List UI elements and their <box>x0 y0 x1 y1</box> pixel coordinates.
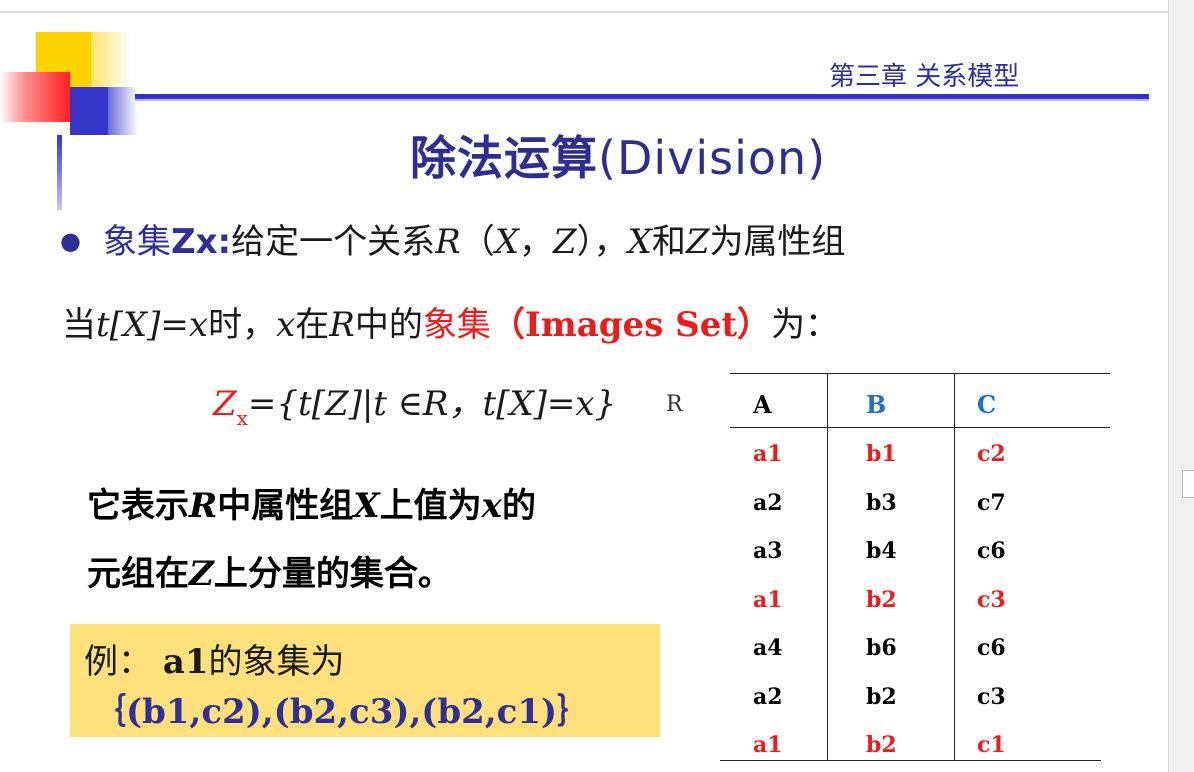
title-chinese: 除法运算 <box>410 131 598 185</box>
decor-red-gradient <box>0 72 70 122</box>
images-set-cn: 象集 <box>422 305 491 345</box>
table-cell: a4 <box>753 635 783 661</box>
var-r: R <box>435 222 461 262</box>
desc-var-x: X <box>353 486 380 526</box>
table-cell: c6 <box>977 538 1006 564</box>
table-cell: b2 <box>866 586 897 613</box>
table-cell: b6 <box>866 635 897 661</box>
comma2: ， <box>593 222 628 262</box>
tx-expr: [X]=x <box>109 305 209 345</box>
table-cell: c6 <box>977 635 1006 661</box>
images-set-line: 当t[X]=x时，x在R中的象集（Images Set）为： <box>62 297 839 346</box>
example-label: 例： <box>84 642 152 682</box>
formula: Zx={t[Z]|t ∈R，t[X]=x} <box>213 376 616 430</box>
definition-tail: 为属性组 <box>709 222 846 262</box>
table-cell: c3 <box>977 683 1006 710</box>
bullet-icon: ● <box>60 227 81 255</box>
and-text: 和 <box>651 222 686 262</box>
vertical-scrollbar[interactable] <box>1168 0 1194 772</box>
term: 象集 <box>102 222 171 262</box>
table-cell: a2 <box>753 489 783 516</box>
header-divider-shadow <box>135 99 1149 101</box>
description-line-2: 元组在Z上分量的集合。 <box>87 546 452 595</box>
formula-body: ={t[Z]|t ∈R，t[X]=x} <box>247 384 617 424</box>
top-border <box>0 11 1168 13</box>
decor-vertical-line <box>57 135 62 210</box>
table-cell: c3 <box>977 586 1006 613</box>
decor-blue-fade <box>108 87 138 135</box>
table-cell: c7 <box>977 489 1006 516</box>
table-cell: c2 <box>977 441 1006 467</box>
paren-open: （ <box>460 222 495 262</box>
desc-text-d: 的 <box>501 486 536 526</box>
definition-text: 给定一个关系 <box>231 222 436 262</box>
table-header-border <box>730 427 1110 428</box>
example-text: 的象集为 <box>208 642 345 682</box>
var-t: t <box>96 305 110 345</box>
example-box: 例： a1的象集为 ｛(b1,c2),(b2,c3),(b2,c1)｝ <box>70 624 660 737</box>
table-cell: b4 <box>866 538 897 564</box>
var-z: Z <box>552 222 577 262</box>
paren-close: ） <box>576 222 594 262</box>
example-subject: a1 <box>162 642 209 682</box>
shi-text: 时， <box>208 305 277 345</box>
images-set-en: （Images Set） <box>490 305 772 345</box>
zhongde-text: 中的 <box>354 305 423 345</box>
scrollbar-thumb[interactable] <box>1182 470 1194 498</box>
decor-blue-square <box>70 87 108 135</box>
relation-table: A B Ca1 b1 c2 a2 b3 c7 a3 b4 c6 a1 b2 c3 a4 b6 c6 a2 b2 c3 a… <box>720 373 1110 762</box>
table-col-divider-1 <box>827 373 828 761</box>
formula-z: Z <box>213 384 237 424</box>
var-x: X <box>494 222 519 262</box>
table-cell: b1 <box>866 441 897 467</box>
relation-label: R <box>666 392 683 417</box>
table-bottom-border <box>720 760 1101 761</box>
desc-var-z: Z <box>189 554 214 594</box>
table-cell: a2 <box>753 683 783 710</box>
wei-text: 为： <box>771 305 840 345</box>
table-header-b: B <box>866 390 887 419</box>
desc-text-a: 它表示 <box>87 486 189 526</box>
table-header-a: A <box>753 390 772 419</box>
table-cell: a3 <box>753 538 783 564</box>
desc-var-r: R <box>189 486 218 526</box>
desc-text-c: 上值为 <box>379 486 482 526</box>
slide: 第三章 关系模型 除法运算(Division) ● 象集Zx:给定一个关系R（X，… <box>0 0 1168 772</box>
desc-text-f: 上分量的集合。 <box>213 554 452 594</box>
var-z2: Z <box>685 222 710 262</box>
definition-line: ● 象集Zx:给定一个关系R（X，Z），X和Z为属性组 <box>60 214 845 263</box>
example-result: ｛(b1,c2),(b2,c3),(b2,c1)｝ <box>92 692 592 732</box>
desc-var-x-lower: x <box>481 486 502 526</box>
table-cell: c1 <box>977 732 1006 758</box>
decor-yellow-fade <box>91 32 131 87</box>
formula-subscript: x <box>236 406 248 430</box>
when-text: 当 <box>62 305 96 345</box>
term-var: Zx: <box>170 222 232 262</box>
comma: ， <box>518 222 553 262</box>
table-cell: a1 <box>753 732 783 758</box>
table-header-c: C <box>977 390 997 419</box>
table-cell: b3 <box>866 489 897 516</box>
desc-text-e: 元组在 <box>87 554 189 594</box>
desc-text-b: 中属性组 <box>217 486 354 526</box>
table-top-border <box>730 373 1110 374</box>
table-cell: b2 <box>866 683 897 710</box>
description-line-1: 它表示R中属性组X上值为x的 <box>87 478 536 527</box>
var-x-lower: x <box>276 305 296 345</box>
chapter-label: 第三章 关系模型 <box>829 62 1020 92</box>
zai-text: 在 <box>295 305 330 345</box>
table-cell: a1 <box>753 586 783 613</box>
var-x2: X <box>627 222 652 262</box>
slide-title: 除法运算(Division) <box>410 122 826 188</box>
table-cell: a1 <box>753 441 783 467</box>
title-english: (Division) <box>598 131 827 185</box>
table-col-divider-2 <box>954 373 955 761</box>
var-r2: R <box>329 305 355 345</box>
table-cell: b2 <box>866 732 897 758</box>
example-line-1: 例： a1的象集为 <box>84 634 345 683</box>
